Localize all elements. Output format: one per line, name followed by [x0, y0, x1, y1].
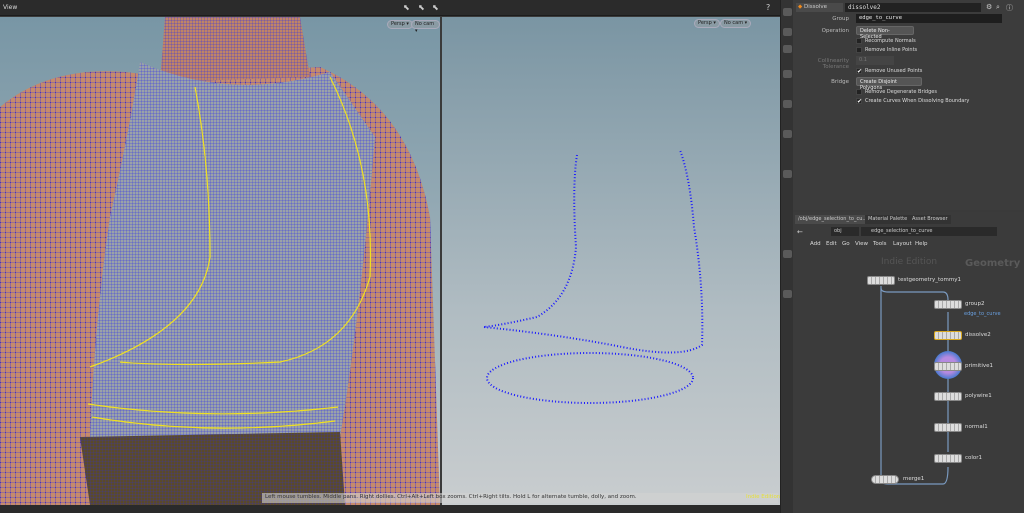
parameter-panel: ◆ Dissolve dissolve2 ⚙ ⌕ ⓘ Group edge_to…	[793, 0, 1024, 210]
curve-view	[483, 149, 704, 404]
curve-right	[483, 149, 704, 354]
create-curves-checkbox[interactable]: ✔	[856, 98, 862, 105]
edition-badge: Indie Edition	[746, 494, 781, 500]
move-tool-icon[interactable]: ⬉	[418, 3, 425, 12]
node-type-label: Dissolve	[803, 4, 828, 10]
viewer-title: View	[3, 4, 18, 11]
remove-degenerate-label: Remove Degenerate Bridges	[865, 89, 937, 95]
display-options-icon[interactable]	[783, 8, 792, 16]
node-normal1[interactable]	[934, 423, 962, 432]
node-label: primitive1	[965, 363, 993, 369]
select-tool-icon[interactable]: ⬉	[403, 3, 410, 12]
handle-tool-icon[interactable]: ⬉	[432, 3, 439, 12]
node-label: group2	[965, 301, 985, 307]
bridge-label: Bridge	[831, 79, 849, 85]
bridge-menu[interactable]: Create Disjoint Polygons	[856, 77, 922, 91]
node-color1[interactable]	[934, 454, 962, 463]
camera-icon[interactable]	[783, 290, 792, 298]
node-primitive1[interactable]	[934, 362, 962, 371]
create-curves-label: Create Curves When Dissolving Boundary	[865, 98, 970, 104]
sphere-icon[interactable]	[783, 70, 792, 78]
mesh-view	[0, 17, 440, 505]
node-group-badge: edge_to_curve	[964, 311, 1001, 317]
node-label: dissolve2	[965, 332, 991, 338]
grid-icon[interactable]	[783, 250, 792, 258]
node-dissolve2[interactable]	[934, 331, 962, 340]
persp-menu-right[interactable]: Persp ▾	[694, 19, 720, 28]
node-label: polywire1	[965, 393, 992, 399]
group-field[interactable]: edge_to_curve	[856, 14, 1002, 23]
remove-degenerate-checkbox[interactable]	[856, 89, 862, 95]
light-icon[interactable]	[783, 100, 792, 108]
ghost-icon[interactable]	[783, 28, 792, 36]
lock-icon[interactable]	[783, 45, 792, 53]
remove-inline-checkbox[interactable]	[856, 47, 862, 53]
snap-icon[interactable]	[783, 170, 792, 178]
bottom-bar	[0, 505, 793, 513]
node-polywire1[interactable]	[934, 392, 962, 401]
remove-unused-label: Remove Unused Points	[865, 68, 923, 74]
node-merge1[interactable]	[871, 475, 899, 484]
operation-label: Operation	[821, 28, 849, 34]
recompute-normals-label: Recompute Normals	[865, 38, 916, 44]
operation-menu[interactable]: Delete Non-Selected	[856, 26, 914, 40]
help-icon[interactable]: ⓘ	[1006, 3, 1013, 13]
node-name-field[interactable]: dissolve2	[845, 3, 981, 12]
node-label: merge1	[903, 476, 925, 482]
node-group2[interactable]	[934, 300, 962, 309]
status-hint: Left mouse tumbles. Middle pans. Right d…	[262, 493, 778, 503]
cam-menu-right[interactable]: No cam ▾	[720, 19, 752, 28]
remove-unused-checkbox[interactable]: ✔	[856, 68, 862, 75]
collinearity-label: Collinearity Tolerance	[817, 58, 849, 70]
persp-menu-left[interactable]: Persp ▾	[387, 20, 413, 29]
network-editor[interactable]: /obj/edge_selection_to_cu... Material Pa…	[793, 212, 1024, 513]
remove-inline-label: Remove Inline Points	[865, 47, 918, 53]
node-label: color1	[965, 455, 983, 461]
help-icon[interactable]: ?	[766, 3, 770, 12]
node-testgeometry-tommy1[interactable]	[867, 276, 895, 285]
shading-icon[interactable]	[783, 130, 792, 138]
node-label: normal1	[965, 424, 988, 430]
display-toolbar	[780, 0, 793, 513]
viewport-right[interactable]: Persp ▾ No cam ▾	[442, 17, 780, 505]
curve-ellipse	[486, 352, 694, 404]
curve-left	[483, 154, 578, 328]
dissolve-node-icon: ◆	[798, 4, 803, 10]
cam-menu-left[interactable]: No cam ▾	[411, 20, 440, 34]
gear-icon[interactable]: ⚙	[986, 3, 992, 11]
collinearity-field[interactable]: 0.1	[856, 56, 894, 65]
viewport-left[interactable]: Persp ▾ No cam ▾	[0, 17, 440, 505]
viewer-header: View ⬉ ⬉ ⬉ ?	[0, 0, 780, 16]
group-label: Group	[832, 16, 849, 22]
recompute-normals-checkbox[interactable]	[856, 38, 862, 44]
search-icon[interactable]: ⌕	[996, 3, 1000, 12]
node-label: testgeometry_tommy1	[898, 277, 961, 283]
